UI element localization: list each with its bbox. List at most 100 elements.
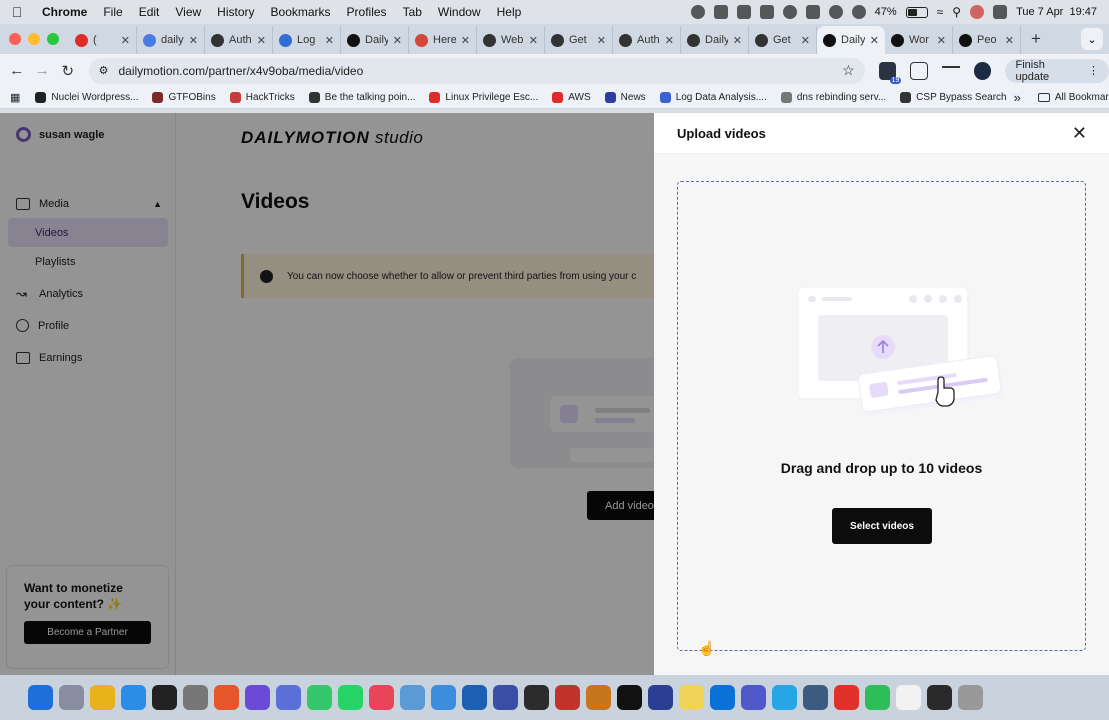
browser-tab[interactable]: Peo ✕ xyxy=(953,26,1021,54)
account-status-icon[interactable] xyxy=(828,5,843,19)
browser-tab[interactable]: Here ✕ xyxy=(409,26,477,54)
tab-close-icon[interactable]: ✕ xyxy=(1005,34,1014,47)
dock-app-icon[interactable] xyxy=(369,685,394,710)
browser-tab[interactable]: Auth ✕ xyxy=(613,26,681,54)
browser-tab[interactable]: Get ✕ xyxy=(749,26,817,54)
tab-close-icon[interactable]: ✕ xyxy=(529,34,538,47)
dock-app-icon[interactable] xyxy=(493,685,518,710)
more-bookmarks-icon[interactable]: » xyxy=(1014,90,1021,105)
dock-app-icon[interactable] xyxy=(803,685,828,710)
dock-app-icon[interactable] xyxy=(617,685,642,710)
apps-grid-icon[interactable]: ▦ xyxy=(0,91,28,104)
close-icon[interactable]: ✕ xyxy=(1072,123,1087,144)
tab-close-icon[interactable]: ✕ xyxy=(733,34,742,47)
s-status-icon[interactable] xyxy=(805,5,820,19)
siri-icon[interactable] xyxy=(970,5,985,19)
control-center-icon[interactable] xyxy=(993,5,1008,19)
tab-close-icon[interactable]: ✕ xyxy=(461,34,470,47)
dock-app-icon[interactable] xyxy=(462,685,487,710)
dock-app-icon[interactable] xyxy=(865,685,890,710)
profile-avatar-icon[interactable] xyxy=(973,61,992,80)
browser-tab[interactable]: Daily ✕ xyxy=(341,26,409,54)
search-icon[interactable]: ⚲ xyxy=(952,5,961,19)
menu-history[interactable]: History xyxy=(209,5,262,19)
extension-status-icon[interactable] xyxy=(736,5,751,19)
tab-close-icon[interactable]: ✕ xyxy=(121,34,130,47)
browser-tab[interactable]: (✕ xyxy=(69,26,137,54)
dock-app-icon[interactable] xyxy=(183,685,208,710)
bookmark-item[interactable]: GTFOBins xyxy=(145,92,222,103)
dock-app-icon[interactable] xyxy=(307,685,332,710)
browser-tab[interactable]: daily ✕ xyxy=(137,26,205,54)
dock-app-icon[interactable] xyxy=(90,685,115,710)
tab-close-icon[interactable]: ✕ xyxy=(870,34,879,47)
menu-app-name[interactable]: Chrome xyxy=(34,5,95,19)
dock-app-icon[interactable] xyxy=(679,685,704,710)
tab-close-icon[interactable]: ✕ xyxy=(665,34,674,47)
finish-update-button[interactable]: Finish update ⋮ xyxy=(1005,58,1109,83)
url-text[interactable]: dailymotion.com/partner/x4v9oba/media/vi… xyxy=(118,64,363,78)
menu-file[interactable]: File xyxy=(95,5,130,19)
play-status-icon[interactable] xyxy=(782,5,797,19)
tab-close-icon[interactable]: ✕ xyxy=(937,34,946,47)
dock-app-icon[interactable] xyxy=(245,685,270,710)
tab-search-button[interactable]: ⌄ xyxy=(1081,28,1103,50)
forward-button[interactable]: → xyxy=(30,62,56,79)
tab-close-icon[interactable]: ✕ xyxy=(257,34,266,47)
kebab-menu-icon[interactable]: ⋮ xyxy=(1088,64,1099,77)
all-bookmarks-button[interactable]: All Bookmarks xyxy=(1031,92,1109,103)
dock-app-icon[interactable] xyxy=(400,685,425,710)
bookmark-item[interactable]: Nuclei Wordpress... xyxy=(28,92,145,103)
minimize-window-button[interactable] xyxy=(28,33,40,45)
dock-app-icon[interactable] xyxy=(152,685,177,710)
upload-dropzone[interactable]: Drag and drop up to 10 videos Select vid… xyxy=(677,181,1086,651)
bookmark-item[interactable]: AWS xyxy=(545,92,597,103)
select-videos-button[interactable]: Select videos xyxy=(832,508,932,544)
extension-icon[interactable]: 19 xyxy=(878,61,902,84)
extensions-puzzle-icon[interactable] xyxy=(910,61,929,80)
dock-app-icon[interactable] xyxy=(276,685,301,710)
browser-tab[interactable]: Daily ✕ xyxy=(817,26,885,54)
dock-app-icon[interactable] xyxy=(834,685,859,710)
bookmark-item[interactable]: HackTricks xyxy=(223,92,302,103)
browser-tab[interactable]: Wor ✕ xyxy=(885,26,953,54)
dock-app-icon[interactable] xyxy=(896,685,921,710)
bookmark-item[interactable]: Linux Privilege Esc... xyxy=(422,92,545,103)
menubar-clock[interactable]: Tue 7 Apr 19:47 xyxy=(1016,6,1097,18)
dock-app-icon[interactable] xyxy=(927,685,952,710)
notion-status-icon[interactable] xyxy=(759,5,774,19)
browser-tab[interactable]: Web ✕ xyxy=(477,26,545,54)
modal-backdrop[interactable] xyxy=(0,113,654,675)
address-bar[interactable]: ⚙ dailymotion.com/partner/x4v9oba/media/… xyxy=(88,57,865,84)
tab-close-icon[interactable]: ✕ xyxy=(393,34,402,47)
dock-app-icon[interactable] xyxy=(214,685,239,710)
dock-app-icon[interactable] xyxy=(710,685,735,710)
menu-bookmarks[interactable]: Bookmarks xyxy=(263,5,339,19)
reload-button[interactable]: ↻ xyxy=(55,62,81,80)
close-window-button[interactable] xyxy=(9,33,21,45)
bookmark-item[interactable]: News xyxy=(598,92,653,103)
bookmark-item[interactable]: CSP Bypass Search xyxy=(893,92,1013,103)
dock-app-icon[interactable] xyxy=(431,685,456,710)
site-info-icon[interactable]: ⚙ xyxy=(99,64,109,77)
dock-app-icon[interactable] xyxy=(958,685,983,710)
menu-profiles[interactable]: Profiles xyxy=(339,5,395,19)
bookmark-item[interactable]: Log Data Analysis.... xyxy=(653,92,774,103)
info-status-icon[interactable] xyxy=(851,5,866,19)
new-tab-button[interactable]: + xyxy=(1021,29,1051,49)
tab-close-icon[interactable]: ✕ xyxy=(189,34,198,47)
back-button[interactable]: ← xyxy=(4,62,30,79)
menu-edit[interactable]: Edit xyxy=(131,5,168,19)
dock-app-icon[interactable] xyxy=(772,685,797,710)
tab-close-icon[interactable]: ✕ xyxy=(325,34,334,47)
dock-app-icon[interactable] xyxy=(555,685,580,710)
media-controls-icon[interactable] xyxy=(942,65,960,76)
bookmark-item[interactable]: Be the talking poin... xyxy=(302,92,423,103)
browser-tab[interactable]: Get ✕ xyxy=(545,26,613,54)
tab-close-icon[interactable]: ✕ xyxy=(597,34,606,47)
dock-app-icon[interactable] xyxy=(59,685,84,710)
wifi-icon[interactable]: ≈ xyxy=(937,5,944,19)
tab-close-icon[interactable]: ✕ xyxy=(801,34,810,47)
menu-help[interactable]: Help xyxy=(489,5,530,19)
bookmark-item[interactable]: dns rebinding serv... xyxy=(774,92,893,103)
